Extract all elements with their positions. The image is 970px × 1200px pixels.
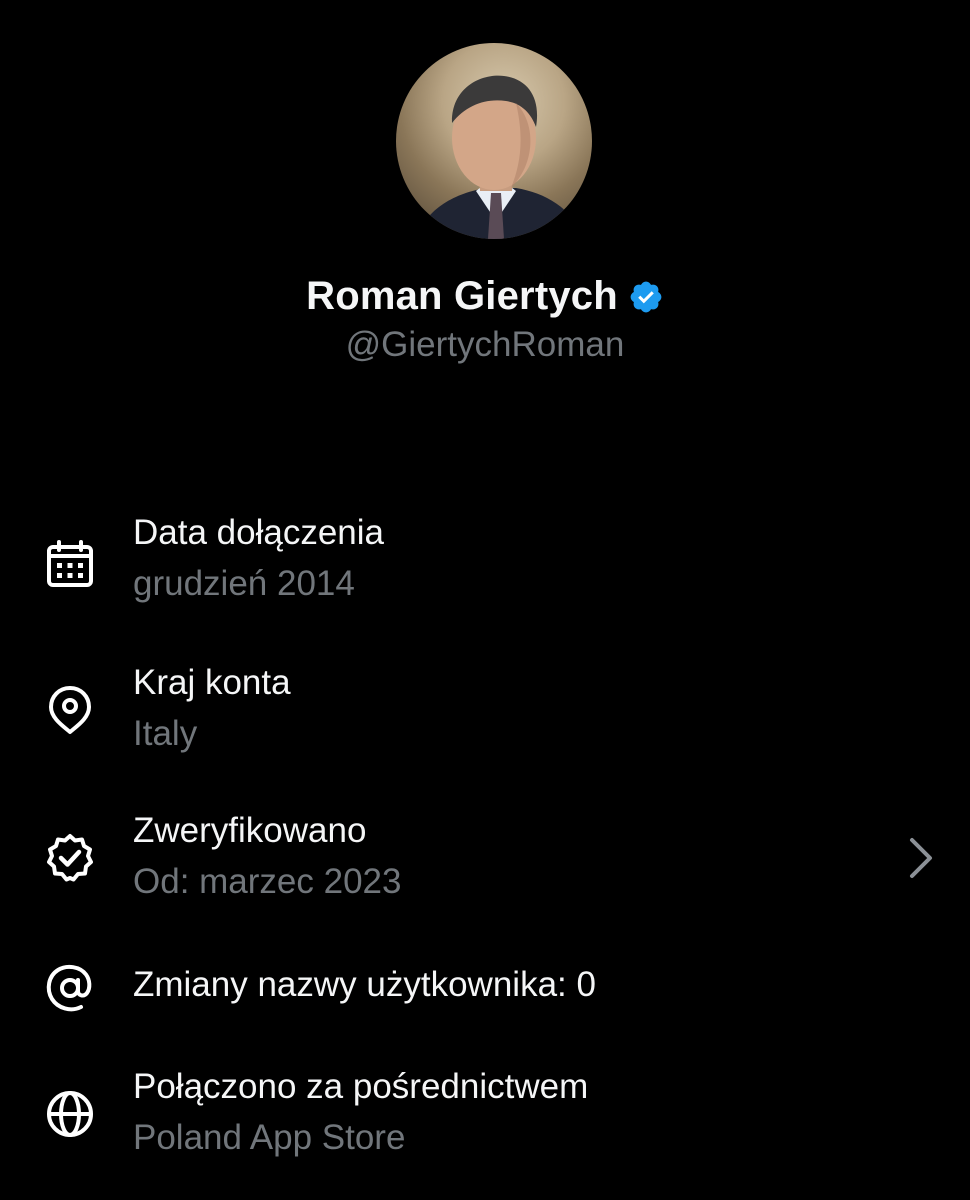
verified-label: Zweryfikowano	[133, 811, 367, 850]
info-text-verified: Zweryfikowano Od: marzec 2023	[133, 808, 401, 905]
connected-via-label: Połączono za pośrednictwem	[133, 1067, 589, 1106]
avatar-portrait	[416, 75, 586, 239]
at-sign-icon	[46, 964, 92, 1012]
info-text-connected-via: Połączono za pośrednictwem Poland App St…	[133, 1064, 588, 1161]
globe-icon	[47, 1091, 93, 1137]
verified-badge-outline-icon	[47, 834, 93, 882]
country-value: Italy	[133, 714, 198, 753]
name-row: Roman Giertych	[0, 268, 970, 324]
connected-via-value: Poland App Store	[133, 1118, 406, 1157]
country-label: Kraj konta	[133, 663, 291, 702]
profile-header: Roman Giertych @GiertychRoman	[0, 0, 970, 400]
info-text-country: Kraj konta Italy	[133, 660, 291, 757]
verified-badge-icon[interactable]	[628, 279, 664, 315]
avatar[interactable]	[396, 43, 592, 239]
info-text-joined: Data dołączenia grudzień 2014	[133, 510, 384, 607]
joined-value: grudzień 2014	[133, 564, 355, 603]
info-text-username-changes: Zmiany nazwy użytkownika: 0	[133, 962, 596, 1008]
profile-handle: @GiertychRoman	[345, 325, 625, 364]
location-pin-icon	[49, 686, 91, 734]
calendar-icon	[47, 540, 93, 587]
chevron-right-icon[interactable]	[903, 836, 937, 880]
username-changes-label: Zmiany nazwy użytkownika: 0	[133, 965, 596, 1004]
verified-value: Od: marzec 2023	[133, 862, 402, 901]
display-name: Roman Giertych	[306, 273, 618, 318]
joined-label: Data dołączenia	[133, 513, 384, 552]
